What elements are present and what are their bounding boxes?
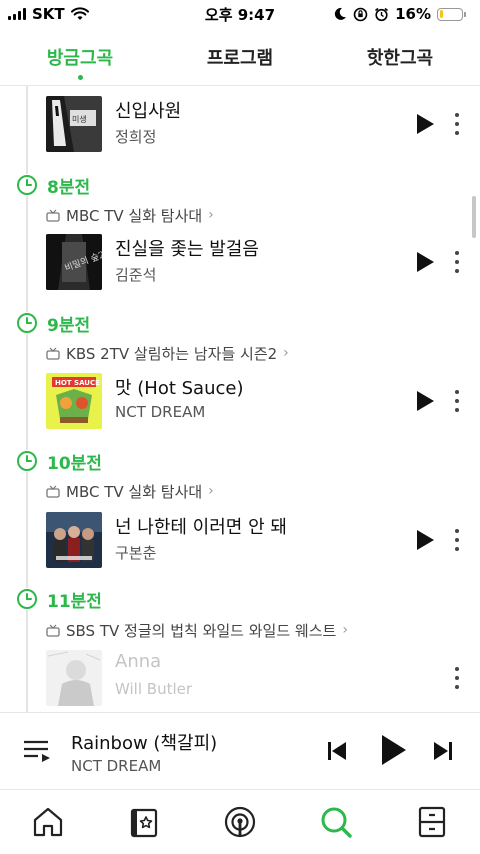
chevron-right-icon: › bbox=[208, 207, 214, 223]
program-link[interactable]: SBS TV 정글의 법칙 와일드 와일드 웨스트 › bbox=[46, 618, 348, 642]
song-row[interactable]: 넌 나한테 이러면 안 돼 구본춘 bbox=[46, 512, 480, 568]
scrollbar[interactable] bbox=[472, 196, 476, 238]
program-link[interactable]: MBC TV 실화 탐사대 › bbox=[46, 479, 214, 503]
chevron-right-icon: › bbox=[283, 345, 289, 361]
album-cover: HOT SAUCE bbox=[46, 373, 102, 429]
play-icon[interactable] bbox=[414, 528, 436, 552]
song-timeline-list[interactable]: 미생 신입사원 정희정 8분전 MBC TV 실화 탐사대 › 비밀의 숲2 진… bbox=[0, 86, 480, 712]
play-icon[interactable] bbox=[414, 112, 436, 136]
search-icon bbox=[321, 807, 352, 838]
battery-icon bbox=[437, 7, 466, 21]
section-time: 11분전 bbox=[47, 591, 102, 612]
previous-icon[interactable] bbox=[325, 739, 349, 763]
clock-icon bbox=[16, 174, 38, 196]
more-options-icon[interactable] bbox=[449, 664, 465, 692]
program-name: SBS TV 정글의 법칙 와일드 와일드 웨스트 bbox=[66, 621, 337, 640]
song-artist: Will Butler bbox=[115, 680, 193, 698]
top-tabs: 방금그곡 프로그램 핫한그곡 bbox=[0, 28, 480, 86]
song-artist: NCT DREAM bbox=[115, 403, 206, 421]
nav-menu[interactable] bbox=[410, 800, 454, 844]
next-icon[interactable] bbox=[431, 739, 455, 763]
song-artist: 정희정 bbox=[115, 128, 157, 146]
song-title: 신입사원 bbox=[115, 101, 182, 122]
nav-podcast[interactable] bbox=[218, 800, 262, 844]
carrier-label: SKT bbox=[32, 5, 65, 23]
album-cover: 비밀의 숲2 bbox=[46, 234, 102, 290]
more-options-icon[interactable] bbox=[449, 248, 465, 276]
chevron-right-icon: › bbox=[208, 483, 214, 499]
song-title: 진실을 좇는 발걸음 bbox=[115, 239, 259, 260]
song-row[interactable]: 미생 신입사원 정희정 bbox=[46, 96, 480, 152]
more-options-icon[interactable] bbox=[449, 387, 465, 415]
battery-percent: 16% bbox=[395, 5, 431, 23]
podcast-icon bbox=[224, 806, 256, 838]
song-title: 맛 (Hot Sauce) bbox=[115, 378, 244, 399]
program-name: MBC TV 실화 탐사대 bbox=[66, 482, 203, 501]
tv-icon bbox=[46, 347, 60, 360]
program-link[interactable]: MBC TV 실화 탐사대 › bbox=[46, 203, 214, 227]
mini-player[interactable]: Rainbow (책갈피) NCT DREAM bbox=[0, 712, 480, 790]
nav-library[interactable] bbox=[122, 800, 166, 844]
program-name: KBS 2TV 살림하는 남자들 시즌2 bbox=[66, 344, 278, 363]
more-options-icon[interactable] bbox=[449, 526, 465, 554]
song-row[interactable]: HOT SAUCE 맛 (Hot Sauce) NCT DREAM bbox=[46, 373, 480, 429]
clock-icon bbox=[16, 588, 38, 610]
song-row[interactable]: 비밀의 숲2 진실을 좇는 발걸음 김준석 bbox=[46, 234, 480, 290]
clock-icon bbox=[16, 312, 38, 334]
album-cover bbox=[46, 650, 102, 706]
album-cover bbox=[46, 512, 102, 568]
song-title: Anna bbox=[115, 651, 162, 672]
song-title: 넌 나한테 이러면 안 돼 bbox=[115, 517, 287, 538]
wifi-icon bbox=[70, 7, 89, 20]
section-time: 9분전 bbox=[47, 315, 91, 336]
signal-icon bbox=[8, 8, 26, 20]
home-icon bbox=[33, 807, 63, 837]
playlist-icon[interactable] bbox=[22, 737, 52, 765]
tv-icon bbox=[46, 209, 60, 222]
tab-recent-songs[interactable]: 방금그곡 bbox=[37, 44, 123, 80]
tab-hot-songs[interactable]: 핫한그곡 bbox=[357, 44, 443, 70]
program-link[interactable]: KBS 2TV 살림하는 남자들 시즌2 › bbox=[46, 341, 289, 365]
more-options-icon[interactable] bbox=[449, 110, 465, 138]
nav-search[interactable] bbox=[314, 800, 358, 844]
play-icon[interactable] bbox=[414, 250, 436, 274]
section-time: 10분전 bbox=[47, 453, 102, 474]
section-time: 8분전 bbox=[47, 177, 91, 198]
song-artist: 김준석 bbox=[115, 266, 157, 284]
play-icon[interactable] bbox=[378, 733, 408, 767]
clock-icon bbox=[16, 450, 38, 472]
program-name: MBC TV 실화 탐사대 bbox=[66, 206, 203, 225]
svg-text:HOT SAUCE: HOT SAUCE bbox=[55, 379, 100, 387]
nav-home[interactable] bbox=[26, 800, 70, 844]
library-icon bbox=[130, 808, 158, 838]
menu-icon bbox=[418, 806, 446, 838]
now-playing-title[interactable]: Rainbow (책갈피) bbox=[71, 729, 217, 755]
song-artist: 구본춘 bbox=[115, 544, 157, 562]
bottom-navigation bbox=[0, 790, 480, 854]
moon-icon bbox=[334, 7, 347, 20]
tv-icon bbox=[46, 485, 60, 498]
song-row[interactable]: Anna Will Butler bbox=[46, 650, 480, 706]
tv-icon bbox=[46, 624, 60, 637]
status-bar: SKT 오후 9:47 16% bbox=[0, 0, 480, 28]
tab-programs[interactable]: 프로그램 bbox=[197, 44, 283, 70]
svg-text:미생: 미생 bbox=[72, 114, 87, 124]
play-icon[interactable] bbox=[414, 389, 436, 413]
alarm-icon bbox=[375, 7, 389, 21]
album-cover: 미생 bbox=[46, 96, 102, 152]
now-playing-artist[interactable]: NCT DREAM bbox=[71, 757, 161, 775]
rotation-lock-icon bbox=[353, 7, 368, 21]
chevron-right-icon: › bbox=[342, 622, 348, 638]
